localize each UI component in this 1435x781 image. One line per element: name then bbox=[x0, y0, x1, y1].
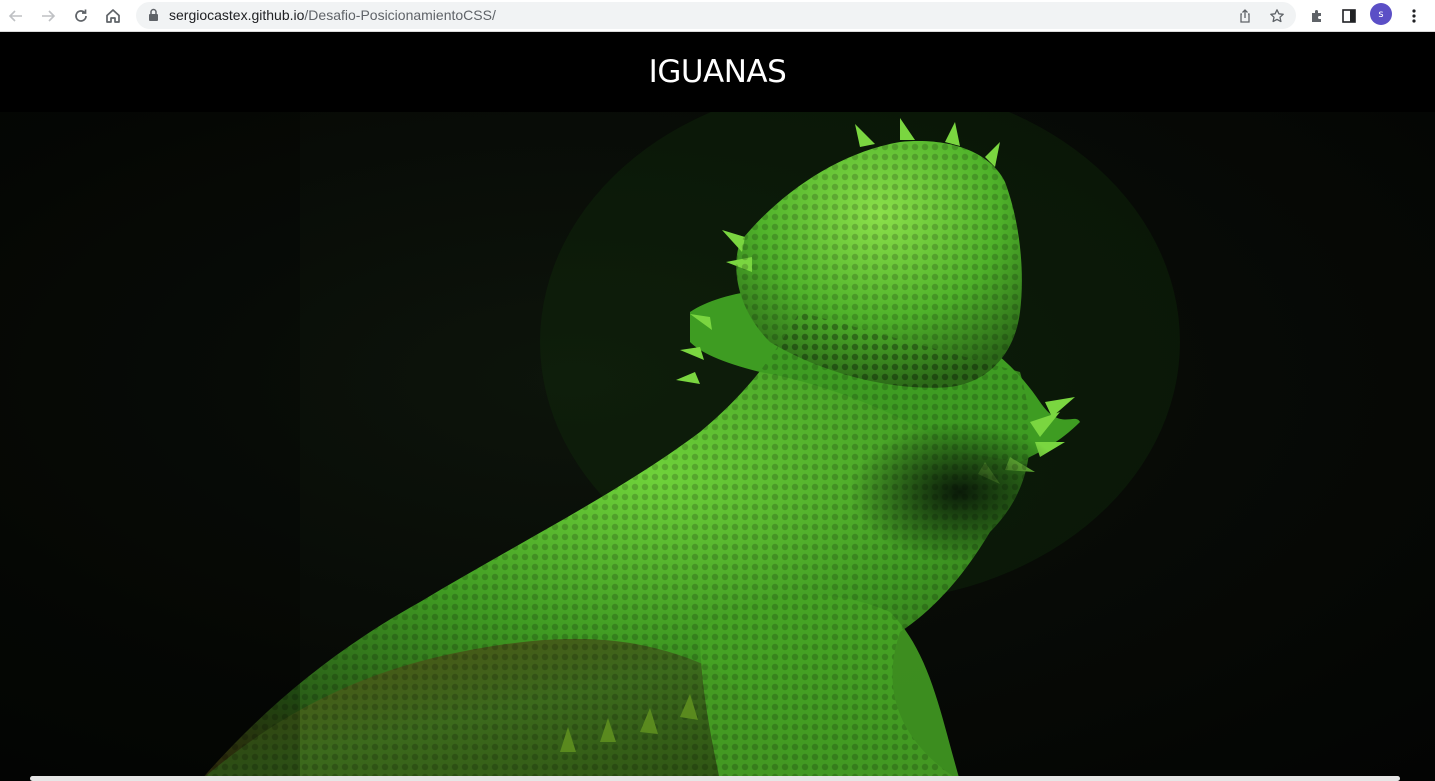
hero-image bbox=[0, 112, 1435, 781]
horizontal-scrollbar[interactable] bbox=[30, 776, 1400, 781]
page-title: IGUANAS bbox=[648, 54, 787, 90]
lock-icon[interactable] bbox=[148, 8, 159, 27]
url-text: sergiocastex.github.io/Desafio-Posiciona… bbox=[169, 7, 496, 23]
more-menu-icon[interactable] bbox=[1402, 4, 1426, 28]
side-panel-icon[interactable] bbox=[1337, 4, 1361, 28]
extensions-icon[interactable] bbox=[1305, 4, 1329, 28]
forward-icon[interactable] bbox=[36, 4, 60, 28]
home-icon[interactable] bbox=[101, 4, 125, 28]
site-header: IGUANAS bbox=[0, 32, 1435, 112]
url-host: sergiocastex.github.io bbox=[169, 7, 305, 23]
profile-avatar[interactable]: s bbox=[1370, 3, 1392, 25]
lizard-illustration bbox=[0, 112, 1180, 781]
address-bar[interactable]: sergiocastex.github.io/Desafio-Posiciona… bbox=[136, 2, 1296, 29]
bookmark-star-icon[interactable] bbox=[1267, 6, 1287, 26]
url-path: /Desafio-PosicionamientoCSS/ bbox=[304, 7, 496, 23]
browser-toolbar: sergiocastex.github.io/Desafio-Posiciona… bbox=[0, 0, 1435, 32]
back-icon[interactable] bbox=[4, 4, 28, 28]
reload-icon[interactable] bbox=[69, 4, 93, 28]
share-icon[interactable] bbox=[1235, 6, 1255, 26]
